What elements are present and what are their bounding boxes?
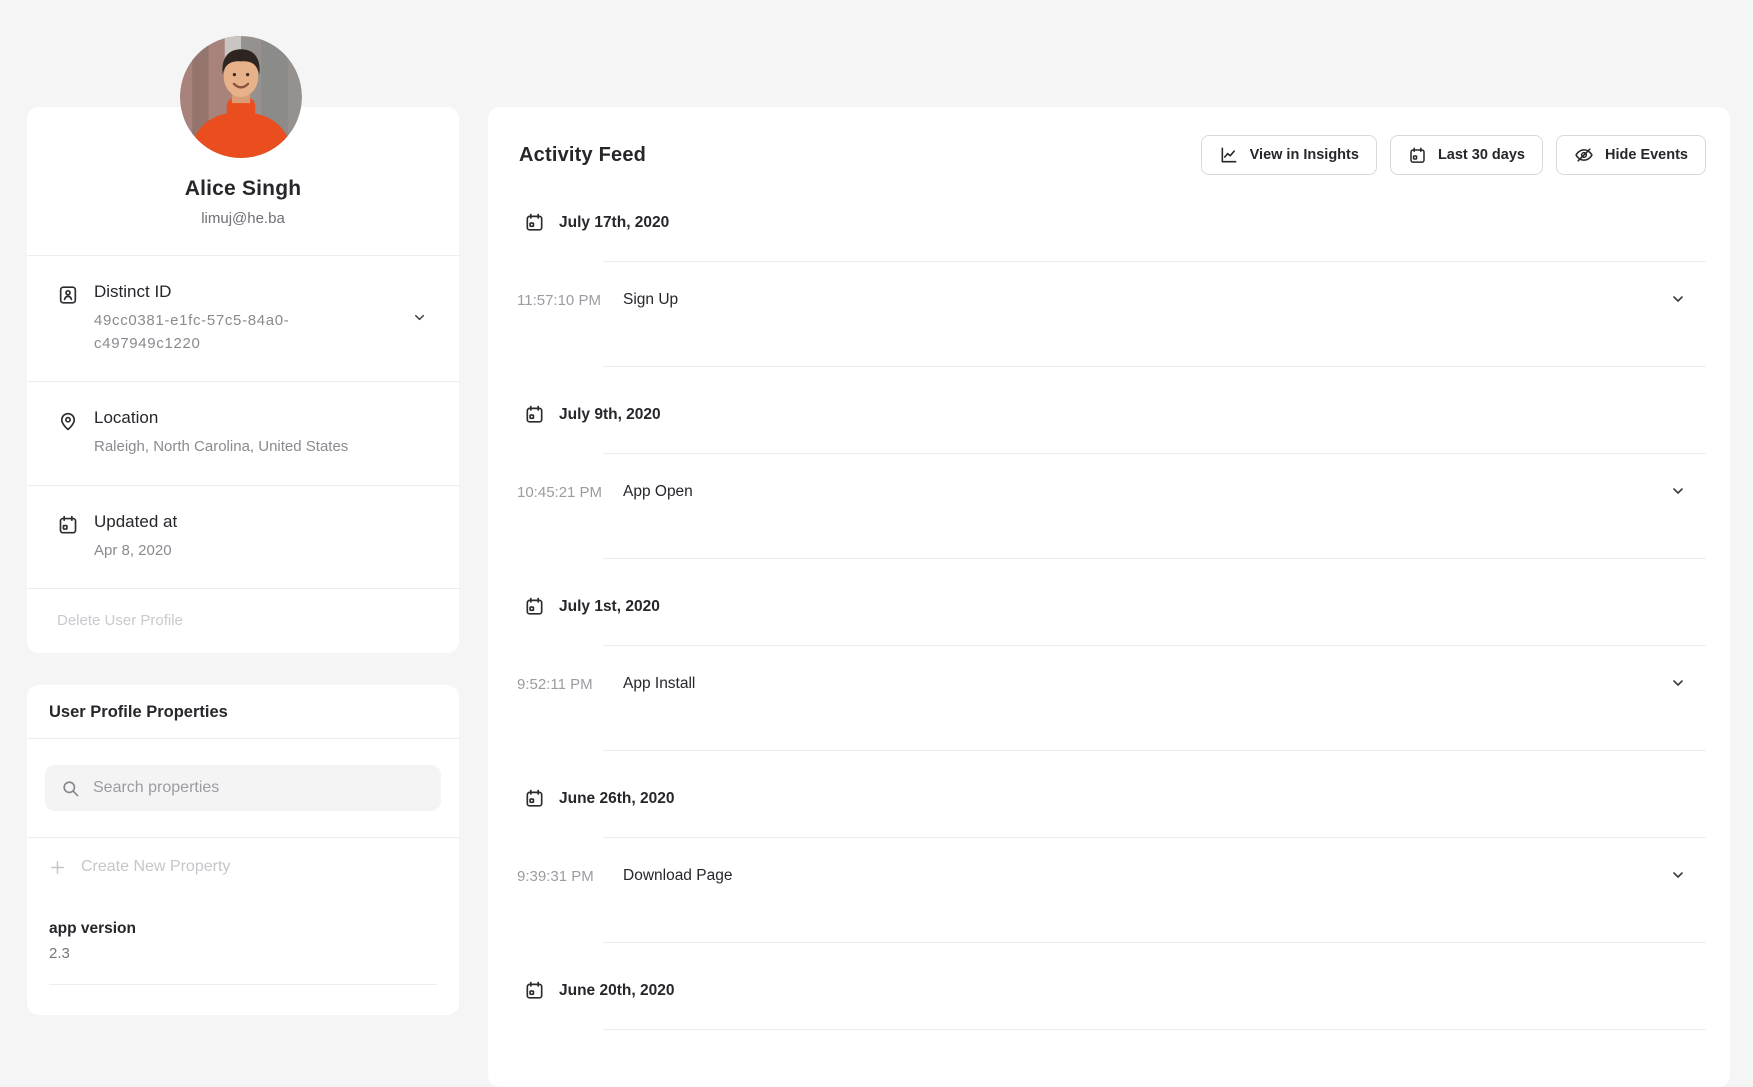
divider [603, 1029, 1706, 1030]
location-pin-icon [57, 410, 79, 432]
event-expand-button[interactable] [1666, 287, 1690, 314]
updated-at-label: Updated at [94, 512, 177, 532]
date-header: July 1st, 2020 [488, 596, 1730, 617]
search-properties-input[interactable] [91, 778, 425, 798]
calendar-icon [1408, 146, 1427, 165]
updated-at-value: Apr 8, 2020 [94, 540, 177, 563]
distinct-id-body: Distinct ID 49cc0381-e1fc-57c5-84a0-c497… [94, 282, 306, 355]
activity-feed-actions: View in Insights Last 30 days Hide Event… [1201, 135, 1706, 175]
chevron-down-icon [1670, 675, 1686, 691]
event-name: Sign Up [623, 291, 678, 309]
date-label: July 9th, 2020 [559, 406, 661, 424]
divider [603, 366, 1706, 367]
divider [49, 984, 437, 985]
location-value: Raleigh, North Carolina, United States [94, 436, 348, 459]
avatar [180, 36, 302, 158]
distinct-id-row: Distinct ID 49cc0381-e1fc-57c5-84a0-c497… [27, 255, 459, 381]
property-name: app version [49, 920, 437, 938]
event-expand-button[interactable] [1666, 863, 1690, 890]
search-box[interactable] [45, 765, 441, 811]
date-group: July 9th, 2020 10:45:21 PM App Open [488, 404, 1730, 559]
chevron-down-icon [1670, 483, 1686, 499]
event-row[interactable]: 9:39:31 PM Download Page [488, 838, 1730, 914]
hide-events-button[interactable]: Hide Events [1556, 135, 1706, 175]
event-time: 11:57:10 PM [517, 292, 611, 309]
event-name: Download Page [623, 867, 732, 885]
event-name: App Open [623, 483, 693, 501]
create-new-property-label: Create New Property [81, 858, 230, 876]
profile-name: Alice Singh [51, 177, 435, 201]
divider [603, 750, 1706, 751]
chevron-down-icon [1670, 291, 1686, 307]
profile-email: limuj@he.ba [51, 210, 435, 227]
date-header: July 17th, 2020 [488, 212, 1730, 233]
hide-events-label: Hide Events [1605, 147, 1688, 163]
location-row: Location Raleigh, North Carolina, United… [27, 381, 459, 485]
distinct-id-expand-button[interactable] [408, 306, 431, 332]
calendar-icon [57, 514, 79, 536]
location-label: Location [94, 408, 348, 428]
event-time: 9:52:11 PM [517, 676, 611, 693]
create-new-property-button[interactable]: Create New Property [27, 838, 459, 896]
date-label: July 17th, 2020 [559, 214, 669, 232]
event-row[interactable]: 10:45:21 PM App Open [488, 454, 1730, 530]
date-header: July 9th, 2020 [488, 404, 1730, 425]
event-expand-button[interactable] [1666, 671, 1690, 698]
calendar-icon [524, 212, 545, 233]
updated-at-row: Updated at Apr 8, 2020 [27, 485, 459, 589]
calendar-icon [524, 404, 545, 425]
activity-feed-title: Activity Feed [519, 144, 646, 167]
page: Alice Singh limuj@he.ba Distinct ID 49cc… [0, 0, 1753, 948]
date-group: June 20th, 2020 [488, 980, 1730, 1030]
user-photo [180, 36, 302, 158]
event-name: App Install [623, 675, 695, 693]
event-expand-button[interactable] [1666, 479, 1690, 506]
date-group: June 26th, 2020 9:39:31 PM Download Page [488, 788, 1730, 943]
calendar-icon [524, 788, 545, 809]
event-row[interactable]: 11:57:10 PM Sign Up [488, 262, 1730, 338]
property-row-app-version[interactable]: app version 2.3 [27, 896, 459, 985]
last-30-days-button[interactable]: Last 30 days [1390, 135, 1543, 175]
divider [603, 558, 1706, 559]
last-30-days-label: Last 30 days [1438, 147, 1525, 163]
calendar-icon [524, 596, 545, 617]
date-header: June 26th, 2020 [488, 788, 1730, 809]
search-icon [61, 779, 80, 798]
date-group: July 1st, 2020 9:52:11 PM App Install [488, 596, 1730, 751]
activity-feed-header: Activity Feed View in Insights Last 30 d… [488, 107, 1730, 175]
distinct-id-value: 49cc0381-e1fc-57c5-84a0-c497949c1220 [94, 310, 306, 355]
view-in-insights-button[interactable]: View in Insights [1201, 135, 1377, 175]
distinct-id-label: Distinct ID [94, 282, 306, 302]
date-header: June 20th, 2020 [488, 980, 1730, 1001]
calendar-icon [524, 980, 545, 1001]
updated-at-body: Updated at Apr 8, 2020 [94, 512, 177, 563]
view-in-insights-label: View in Insights [1250, 147, 1359, 163]
user-profile-properties-card: User Profile Properties Create New Prope… [27, 685, 459, 1015]
date-label: June 20th, 2020 [559, 982, 674, 1000]
divider [603, 942, 1706, 943]
date-label: June 26th, 2020 [559, 790, 674, 808]
profile-sidebar: Alice Singh limuj@he.ba Distinct ID 49cc… [27, 107, 459, 948]
id-card-icon [57, 284, 79, 306]
location-body: Location Raleigh, North Carolina, United… [94, 408, 348, 459]
line-chart-icon [1219, 145, 1239, 165]
eye-off-icon [1574, 145, 1594, 165]
date-group: July 17th, 2020 11:57:10 PM Sign Up [488, 212, 1730, 367]
chevron-down-icon [412, 310, 427, 325]
properties-title: User Profile Properties [27, 685, 459, 739]
event-time: 9:39:31 PM [517, 868, 611, 885]
profile-card: Alice Singh limuj@he.ba Distinct ID 49cc… [27, 107, 459, 653]
delete-user-profile-button[interactable]: Delete User Profile [27, 588, 459, 653]
plus-icon [49, 859, 66, 876]
chevron-down-icon [1670, 867, 1686, 883]
event-time: 10:45:21 PM [517, 484, 611, 501]
activity-feed-card: Activity Feed View in Insights Last 30 d… [488, 107, 1730, 1087]
date-label: July 1st, 2020 [559, 598, 660, 616]
event-row[interactable]: 9:52:11 PM App Install [488, 646, 1730, 722]
search-section [27, 739, 459, 838]
